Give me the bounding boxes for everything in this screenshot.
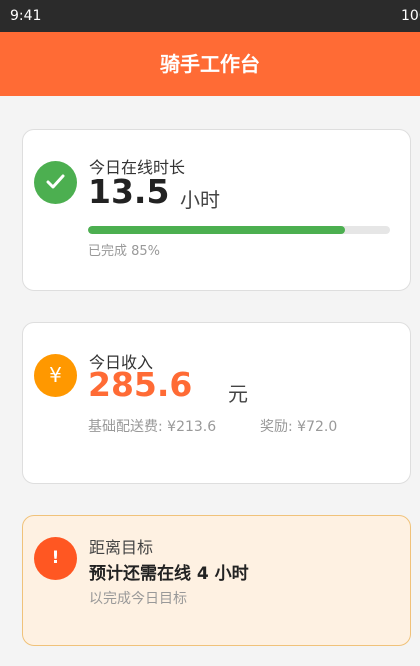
income-unit: 元 bbox=[228, 382, 248, 406]
check-icon bbox=[34, 161, 77, 204]
base-delivery-fee: 基础配送费: ¥213.6 bbox=[88, 419, 217, 435]
status-time: 9:41 bbox=[10, 8, 42, 24]
online-hours-unit: 小时 bbox=[180, 188, 220, 212]
goal-card: ! 距离目标 预计还需在线 4 小时 以完成今日目标 bbox=[22, 515, 411, 646]
yen-icon: ¥ bbox=[34, 354, 77, 397]
online-time-card: 今日在线时长 13.5 小时 已完成 85% bbox=[22, 129, 411, 291]
online-progress-fill bbox=[88, 226, 345, 234]
bonus-amount: 奖励: ¥72.0 bbox=[260, 419, 338, 435]
goal-sub-text: 以完成今日目标 bbox=[89, 591, 187, 607]
alert-icon: ! bbox=[34, 537, 77, 580]
income-amount: 285.6 bbox=[88, 365, 193, 404]
online-progress-bar bbox=[88, 226, 390, 234]
page-title: 骑手工作台 bbox=[160, 52, 260, 76]
status-bar: 9:41 100 bbox=[0, 0, 420, 32]
battery-indicator: 100 bbox=[401, 8, 420, 24]
app-header: 骑手工作台 bbox=[0, 32, 420, 96]
online-progress-text: 已完成 85% bbox=[88, 244, 161, 259]
income-card: ¥ 今日收入 285.6 元 基础配送费: ¥213.6 奖励: ¥72.0 bbox=[22, 322, 411, 484]
goal-label: 距离目标 bbox=[89, 538, 154, 557]
goal-remaining-text: 预计还需在线 4 小时 bbox=[89, 564, 249, 584]
online-hours-value: 13.5 bbox=[88, 172, 170, 211]
